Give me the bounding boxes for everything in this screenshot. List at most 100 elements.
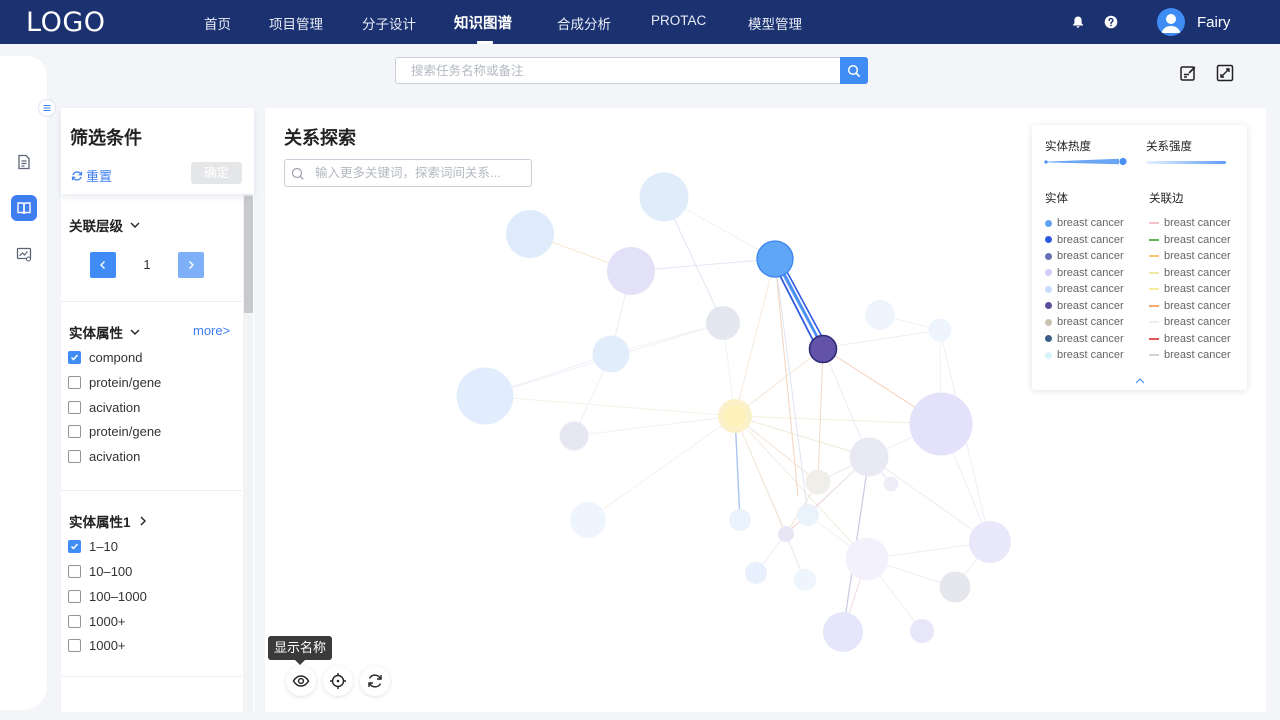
locate-button[interactable]: [323, 666, 353, 696]
left-rail: [0, 56, 47, 710]
rail-item-analytics[interactable]: [11, 241, 37, 267]
entity-attr1-option[interactable]: 10–100: [68, 564, 132, 579]
checkbox[interactable]: [68, 639, 81, 652]
entity-attr-more-link[interactable]: more>: [193, 323, 230, 338]
graph-node[interactable]: [910, 619, 934, 643]
filter-header: 筛选条件 重置 确定: [61, 108, 254, 194]
graph-node[interactable]: [778, 526, 794, 542]
checkbox[interactable]: [68, 565, 81, 578]
graph-node[interactable]: [909, 392, 973, 456]
entity-attr1-option[interactable]: 1–10: [68, 539, 118, 554]
level-title: 关联层级: [69, 219, 123, 234]
legend-edge-label: breast cancer: [1164, 217, 1231, 230]
search-icon: [291, 167, 304, 180]
search-button[interactable]: [840, 57, 868, 84]
nav-knowledge-graph[interactable]: 知识图谱: [454, 12, 512, 33]
level-value[interactable]: 1: [116, 252, 178, 278]
entity-color-dot: [1045, 302, 1052, 310]
legend-edge-label: breast cancer: [1164, 283, 1231, 296]
entity-attr1-section-toggle[interactable]: 实体属性1: [69, 511, 149, 531]
checkbox[interactable]: [68, 376, 81, 389]
graph-node[interactable]: [506, 210, 554, 258]
entity-color-dot: [1045, 318, 1052, 326]
graph-node[interactable]: [570, 502, 606, 538]
entity-attr1-option[interactable]: 100–1000: [68, 589, 147, 604]
collapse-menu-toggle[interactable]: [38, 99, 56, 117]
checkbox-checked[interactable]: [68, 540, 81, 553]
graph-node[interactable]: [928, 318, 952, 342]
bell-icon[interactable]: [1071, 15, 1085, 29]
graph-node[interactable]: [849, 437, 889, 477]
graph-node[interactable]: [729, 509, 751, 531]
show-names-button[interactable]: [286, 666, 316, 696]
graph-node[interactable]: [865, 300, 895, 330]
level-decrement-button[interactable]: [90, 252, 116, 278]
option-label: 1000+: [89, 614, 126, 629]
graph-node[interactable]: [456, 367, 514, 425]
graph-node[interactable]: [607, 247, 655, 295]
nav-home[interactable]: 首页: [204, 13, 231, 33]
entity-attr1-option[interactable]: 1000+: [68, 614, 126, 629]
avatar[interactable]: [1157, 8, 1185, 36]
graph-node[interactable]: [559, 421, 589, 451]
entity-attr-option[interactable]: protein/gene: [68, 375, 161, 390]
user-name[interactable]: Fairy: [1197, 14, 1230, 31]
checkbox-checked[interactable]: [68, 351, 81, 364]
nav-molecule-design[interactable]: 分子设计: [362, 13, 416, 33]
confirm-button[interactable]: 确定: [191, 162, 242, 184]
focused-graph-node[interactable]: [756, 240, 794, 278]
entity-attr1-option[interactable]: 1000+: [68, 638, 126, 653]
filter-scrollbar-thumb[interactable]: [244, 196, 253, 313]
nav-model-management[interactable]: 模型管理: [748, 13, 802, 33]
user-icon: [1161, 14, 1181, 33]
fullscreen-icon[interactable]: [1216, 64, 1234, 82]
entity-color-dot: [1045, 285, 1052, 293]
option-label: acivation: [89, 400, 141, 415]
nav-project-management[interactable]: 项目管理: [269, 13, 323, 33]
edit-note-icon[interactable]: [1179, 64, 1197, 82]
keyword-search-input[interactable]: [315, 160, 529, 186]
nav-synthesis-analysis[interactable]: 合成分析: [557, 13, 611, 33]
legend-collapse-icon[interactable]: [1134, 377, 1146, 385]
level-increment-button[interactable]: [178, 252, 204, 278]
entity-attr-option[interactable]: acivation: [68, 400, 140, 415]
heat-scale: [1044, 157, 1127, 166]
image-chart-icon: [16, 247, 32, 262]
rail-item-documents[interactable]: [11, 149, 37, 175]
entity-attr-option[interactable]: protein/gene: [68, 424, 161, 439]
graph-node[interactable]: [639, 172, 689, 222]
refresh-layout-button[interactable]: [360, 666, 390, 696]
graph-node[interactable]: [939, 571, 971, 603]
linked-graph-node[interactable]: [808, 334, 838, 364]
checkbox[interactable]: [68, 401, 81, 414]
logo: LOGO: [26, 7, 106, 38]
rail-item-knowledge-graph[interactable]: [11, 195, 37, 221]
legend-edge-title: 关联边: [1149, 193, 1184, 205]
checkbox[interactable]: [68, 425, 81, 438]
entity-attr-option[interactable]: compond: [68, 350, 142, 365]
checkbox[interactable]: [68, 615, 81, 628]
graph-node[interactable]: [724, 405, 746, 427]
graph-node[interactable]: [969, 521, 1011, 563]
graph-node[interactable]: [805, 469, 831, 495]
graph-node[interactable]: [745, 562, 767, 584]
checkbox[interactable]: [68, 450, 81, 463]
graph-node[interactable]: [883, 476, 899, 492]
task-search-input[interactable]: [395, 57, 841, 84]
graph-node[interactable]: [845, 537, 889, 581]
graph-node[interactable]: [794, 569, 816, 591]
help-icon[interactable]: [1104, 15, 1118, 29]
legend-edge-item: breast cancer: [1149, 232, 1231, 249]
level-section-toggle[interactable]: 关联层级: [69, 215, 141, 235]
graph-node[interactable]: [797, 504, 819, 526]
filter-title: 筛选条件: [70, 128, 142, 148]
entity-attr-option[interactable]: acivation: [68, 449, 140, 464]
reset-button[interactable]: 重置: [71, 166, 112, 185]
checkbox[interactable]: [68, 590, 81, 603]
graph-node[interactable]: [706, 306, 740, 340]
graph-nodes[interactable]: [456, 172, 1012, 653]
graph-node[interactable]: [823, 612, 863, 652]
graph-node[interactable]: [592, 335, 630, 373]
nav-protac[interactable]: PROTAC: [651, 13, 706, 28]
entity-attr-section-toggle[interactable]: 实体属性: [69, 322, 141, 342]
